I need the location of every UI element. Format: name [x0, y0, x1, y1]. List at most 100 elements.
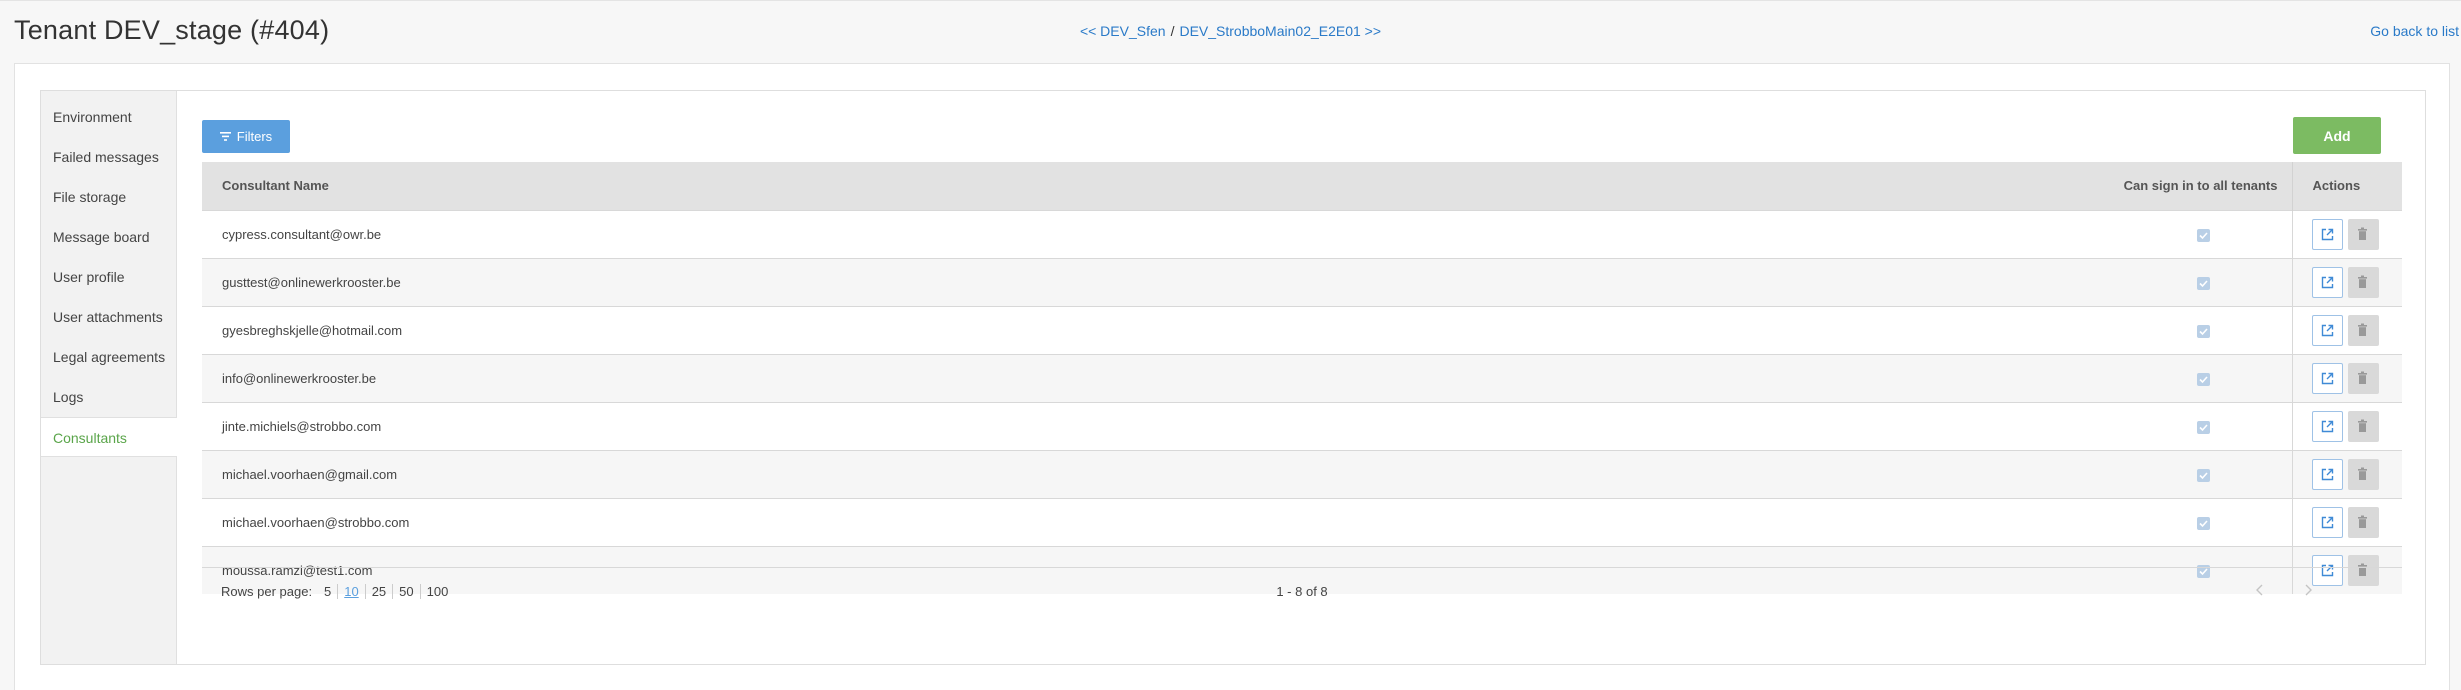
- trash-icon: [2357, 419, 2367, 432]
- trash-icon: [2357, 371, 2367, 384]
- open-external-icon: [2321, 468, 2333, 480]
- edit-button[interactable]: [2311, 314, 2343, 346]
- sidebar-item-user-profile[interactable]: User profile: [41, 257, 176, 297]
- main-panel: Environment Failed messages File storage…: [14, 63, 2450, 690]
- column-header-actions: Actions: [2291, 162, 2402, 210]
- tenant-navigation: << DEV_Sfen / DEV_StrobboMain02_E2E01 >>: [0, 23, 2461, 39]
- previous-tenant-link[interactable]: << DEV_Sfen: [1080, 23, 1166, 39]
- edit-button[interactable]: [2311, 458, 2343, 490]
- checkmark-icon: [2198, 375, 2208, 383]
- edit-button[interactable]: [2311, 218, 2343, 250]
- pagination-range: 1 - 8 of 8: [1276, 584, 1328, 599]
- can-sign-in-cell: [1872, 449, 2292, 498]
- tenant-detail-panel: Environment Failed messages File storage…: [40, 90, 2426, 665]
- edit-button[interactable]: [2311, 506, 2343, 538]
- table-row: info@onlinewerkrooster.be: [202, 353, 2402, 402]
- consultant-name: jinte.michiels@strobbo.com: [202, 401, 1872, 450]
- sidebar-item-failed-messages[interactable]: Failed messages: [41, 137, 176, 177]
- edit-button[interactable]: [2311, 410, 2343, 442]
- consultant-name: info@onlinewerkrooster.be: [202, 353, 1872, 402]
- open-external-icon: [2321, 372, 2333, 384]
- delete-button[interactable]: [2347, 218, 2379, 250]
- sidebar: Environment Failed messages File storage…: [41, 91, 177, 664]
- sidebar-item-environment[interactable]: Environment: [41, 97, 176, 137]
- delete-button[interactable]: [2347, 410, 2379, 442]
- open-external-icon: [2321, 516, 2333, 528]
- pagination: Rows per page: 5 10 25 50 100 1 - 8 of 8: [202, 567, 2402, 615]
- can-sign-in-cell: [1872, 257, 2292, 306]
- table-row: gyesbreghskjelle@hotmail.com: [202, 305, 2402, 354]
- previous-page-button[interactable]: [2250, 580, 2270, 600]
- next-tenant-link[interactable]: DEV_StrobboMain02_E2E01 >>: [1179, 23, 1381, 39]
- table-row: gusttest@onlinewerkrooster.be: [202, 257, 2402, 306]
- open-external-icon: [2321, 420, 2333, 432]
- sidebar-item-user-attachments[interactable]: User attachments: [41, 297, 176, 337]
- checkmark-icon: [2198, 519, 2208, 527]
- delete-button[interactable]: [2347, 458, 2379, 490]
- can-sign-in-cell: [1872, 305, 2292, 354]
- open-external-icon: [2321, 276, 2333, 288]
- sidebar-item-message-board[interactable]: Message board: [41, 217, 176, 257]
- actions-cell: [2291, 353, 2402, 402]
- checkmark-icon: [2198, 471, 2208, 479]
- table-body: cypress.consultant@owr.be gusttest@online…: [202, 209, 2402, 594]
- actions-cell: [2291, 401, 2402, 450]
- filters-button[interactable]: Filters: [202, 120, 290, 153]
- trash-icon: [2357, 323, 2367, 336]
- can-sign-in-checkbox: [2196, 372, 2210, 386]
- checkmark-icon: [2198, 231, 2208, 239]
- table-row: cypress.consultant@owr.be: [202, 209, 2402, 258]
- consultant-name: gusttest@onlinewerkrooster.be: [202, 257, 1872, 306]
- nav-separator: /: [1170, 23, 1175, 39]
- edit-button[interactable]: [2311, 362, 2343, 394]
- can-sign-in-cell: [1872, 209, 2292, 258]
- can-sign-in-checkbox: [2196, 420, 2210, 434]
- edit-button[interactable]: [2311, 266, 2343, 298]
- open-external-icon: [2321, 228, 2333, 240]
- delete-button[interactable]: [2347, 314, 2379, 346]
- chevron-right-icon: [2305, 584, 2312, 596]
- trash-icon: [2357, 515, 2367, 528]
- sidebar-item-file-storage[interactable]: File storage: [41, 177, 176, 217]
- can-sign-in-checkbox: [2196, 468, 2210, 482]
- sidebar-item-consultants[interactable]: Consultants: [41, 417, 177, 457]
- column-header-can-sign-in[interactable]: Can sign in to all tenants: [1872, 162, 2292, 210]
- consultant-name: michael.voorhaen@gmail.com: [202, 449, 1872, 498]
- actions-cell: [2291, 257, 2402, 306]
- can-sign-in-checkbox: [2196, 276, 2210, 290]
- table-row: jinte.michiels@strobbo.com: [202, 401, 2402, 450]
- delete-button[interactable]: [2347, 362, 2379, 394]
- consultants-content: Filters Add Consultant Name Can sign in …: [177, 91, 2425, 664]
- sidebar-item-logs[interactable]: Logs: [41, 377, 176, 417]
- column-header-consultant-name[interactable]: Consultant Name: [202, 162, 1872, 210]
- can-sign-in-checkbox: [2196, 516, 2210, 530]
- checkmark-icon: [2198, 327, 2208, 335]
- consultants-table: Consultant Name Can sign in to all tenan…: [202, 162, 2402, 594]
- can-sign-in-cell: [1872, 353, 2292, 402]
- consultant-name: gyesbreghskjelle@hotmail.com: [202, 305, 1872, 354]
- consultant-name: michael.voorhaen@strobbo.com: [202, 497, 1872, 546]
- add-button[interactable]: Add: [2293, 117, 2381, 154]
- page-header: Tenant DEV_stage (#404) << DEV_Sfen / DEV_…: [0, 0, 2461, 62]
- sidebar-item-legal-agreements[interactable]: Legal agreements: [41, 337, 176, 377]
- next-page-button[interactable]: [2298, 580, 2318, 600]
- actions-cell: [2291, 497, 2402, 546]
- consultant-name: cypress.consultant@owr.be: [202, 209, 1872, 258]
- table-header-row: Consultant Name Can sign in to all tenan…: [202, 162, 2402, 210]
- trash-icon: [2357, 467, 2367, 480]
- actions-cell: [2291, 209, 2402, 258]
- trash-icon: [2357, 227, 2367, 240]
- can-sign-in-cell: [1872, 401, 2292, 450]
- actions-cell: [2291, 305, 2402, 354]
- filters-button-label: Filters: [236, 129, 273, 144]
- can-sign-in-checkbox: [2196, 228, 2210, 242]
- table-row: michael.voorhaen@gmail.com: [202, 449, 2402, 498]
- delete-button[interactable]: [2347, 266, 2379, 298]
- open-external-icon: [2321, 324, 2333, 336]
- filter-icon: [219, 132, 231, 141]
- actions-cell: [2291, 449, 2402, 498]
- delete-button[interactable]: [2347, 506, 2379, 538]
- back-to-list-link[interactable]: Go back to list: [2370, 23, 2459, 39]
- table-row: michael.voorhaen@strobbo.com: [202, 497, 2402, 546]
- can-sign-in-cell: [1872, 497, 2292, 546]
